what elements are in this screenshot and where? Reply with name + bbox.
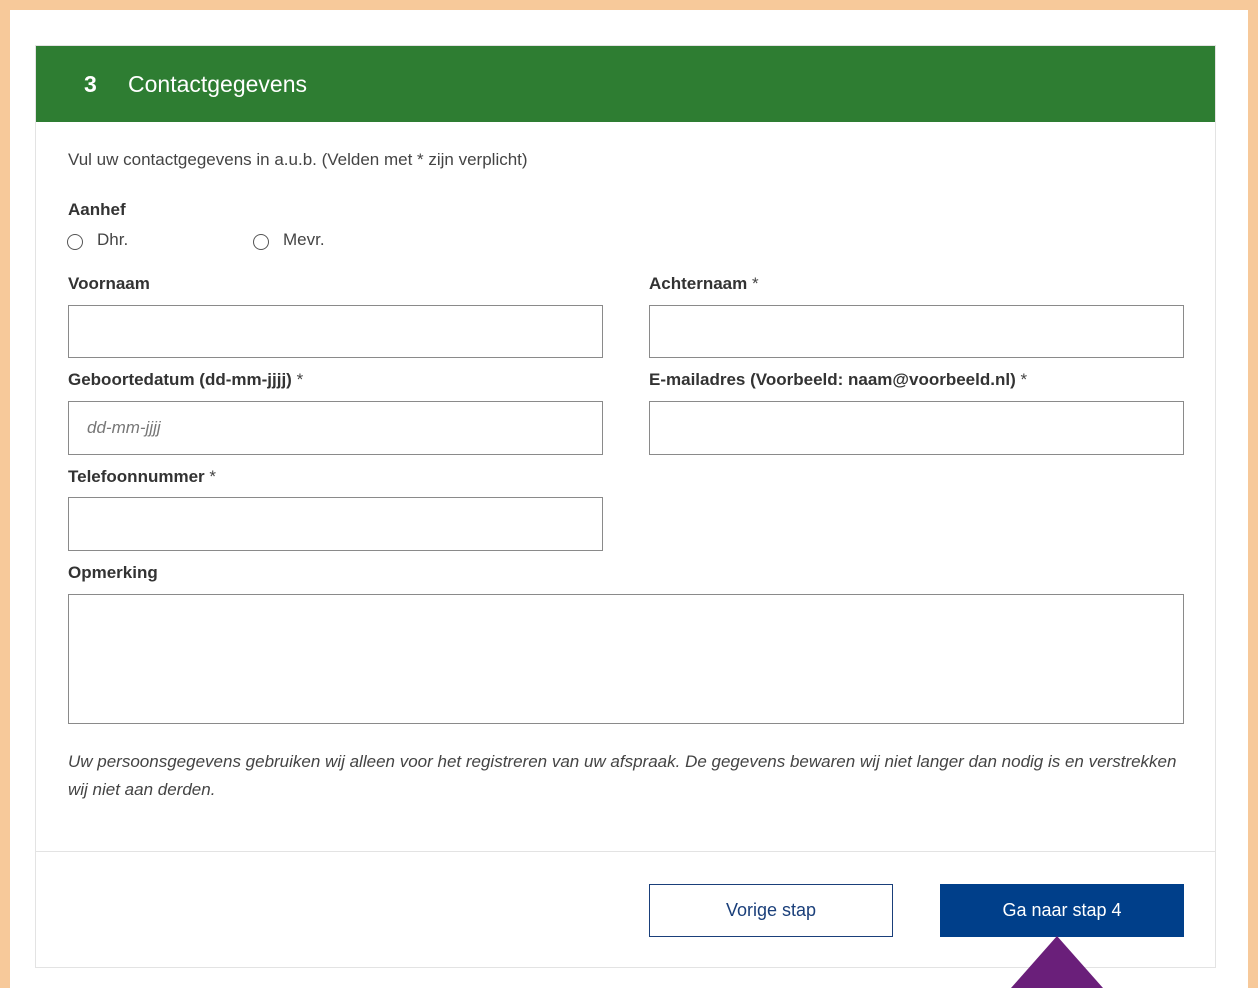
birthdate-label: Geboortedatum (dd-mm-jjjj) * (68, 370, 303, 390)
salutation-label: Aanhef (68, 200, 126, 219)
next-step-button[interactable]: Ga naar stap 4 (940, 884, 1184, 937)
birthdate-label-text: Geboortedatum (dd-mm-jjjj) (68, 370, 292, 389)
required-mark: * (209, 467, 216, 486)
step-number: 3 (84, 70, 97, 97)
first-name-label: Voornaam (68, 274, 150, 293)
email-label-text: E-mailadres (Voorbeeld: naam@voorbeeld.n… (649, 370, 1016, 389)
birthdate-input[interactable] (68, 401, 603, 455)
phone-input[interactable] (68, 497, 603, 551)
step-title: Contactgegevens (128, 70, 308, 97)
radio-option-dhr[interactable]: Dhr. (67, 230, 253, 250)
required-mark: * (1020, 370, 1028, 389)
email-label: E-mailadres (Voorbeeld: naam@voorbeeld.n… (649, 370, 1027, 390)
email-input[interactable] (649, 401, 1184, 455)
radio-label-dhr: Dhr. (97, 230, 129, 249)
phone-label-text: Telefoonnummer (68, 467, 205, 486)
previous-step-button[interactable]: Vorige stap (649, 884, 893, 937)
last-name-label: Achternaam * (649, 274, 759, 294)
step-header: 3 Contactgegevens (36, 46, 1215, 122)
highlight-arrow-icon (1011, 936, 1103, 988)
radio-circle-icon[interactable] (67, 233, 83, 250)
contact-form-card: 3 Contactgegevens Vul uw contactgegevens… (35, 45, 1216, 968)
footer-divider (36, 851, 1215, 852)
remark-textarea[interactable] (68, 594, 1184, 724)
radio-label-mevr: Mevr. (283, 230, 325, 249)
radio-option-mevr[interactable]: Mevr. (253, 230, 325, 250)
remark-label: Opmerking (68, 563, 158, 582)
salutation-radio-group: Dhr. Mevr. (67, 230, 325, 250)
required-mark: * (752, 274, 759, 293)
radio-circle-icon[interactable] (253, 233, 269, 250)
last-name-label-text: Achternaam (649, 274, 748, 293)
form-intro: Vul uw contactgegevens in a.u.b. (Velden… (68, 150, 528, 169)
privacy-note: Uw persoonsgegevens gebruiken wij alleen… (68, 752, 1177, 799)
required-mark: * (296, 370, 304, 389)
phone-label: Telefoonnummer * (68, 467, 216, 487)
first-name-input[interactable] (68, 305, 603, 358)
last-name-input[interactable] (649, 305, 1184, 358)
